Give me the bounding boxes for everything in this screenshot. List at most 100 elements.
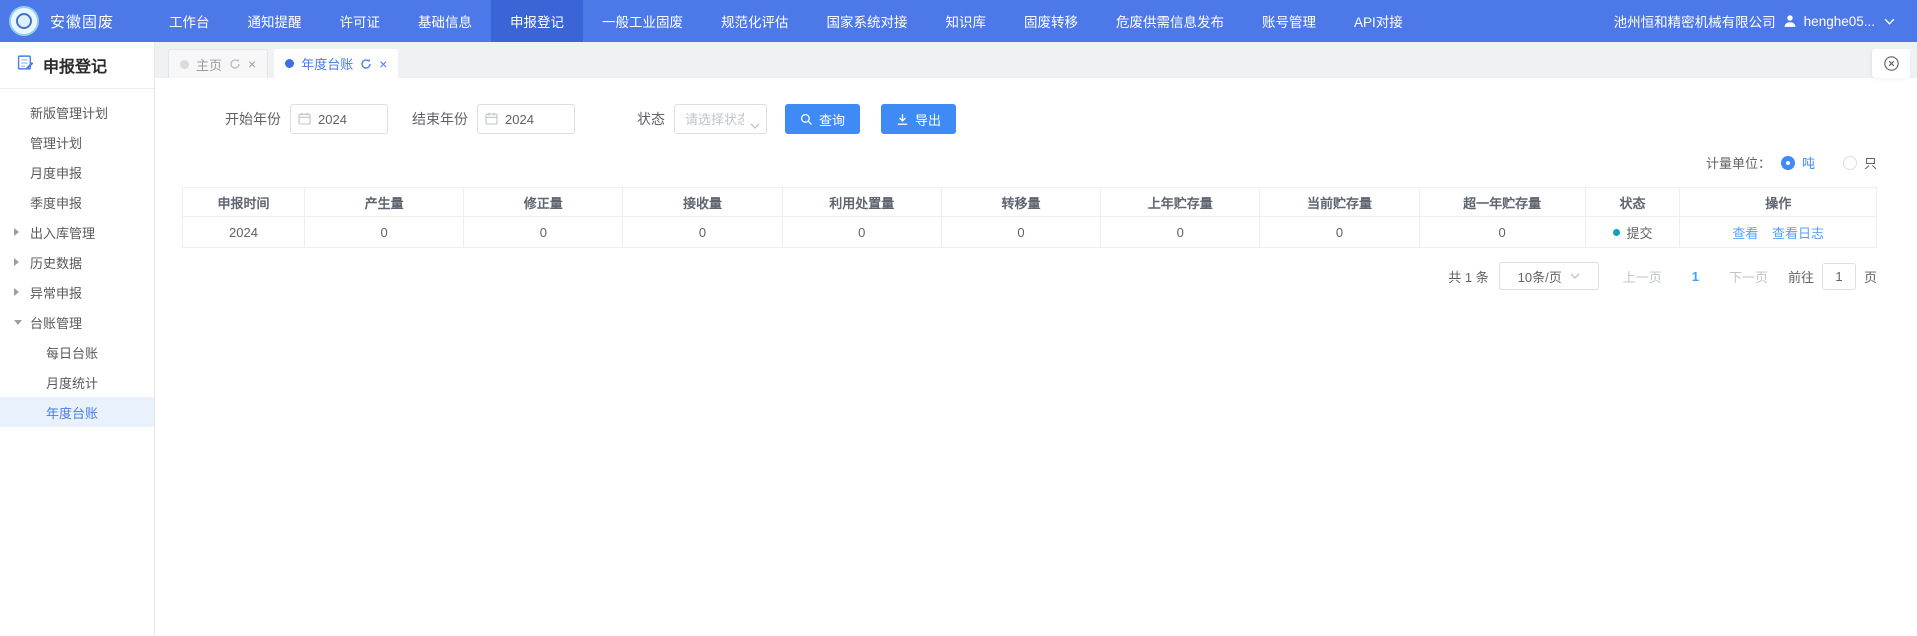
sidebar-item-daily-ledger[interactable]: 每日台账 <box>0 337 154 367</box>
export-button-label: 导出 <box>915 110 941 129</box>
sidebar-item-new-management-plan[interactable]: 新版管理计划 <box>0 97 154 127</box>
col-status: 状态 <box>1585 188 1680 217</box>
annual-ledger-table: 申报时间 产生量 修正量 接收量 利用处置量 转移量 上年贮存量 当前贮存量 超… <box>182 187 1877 248</box>
query-button[interactable]: 查询 <box>785 104 860 134</box>
close-icon[interactable]: × <box>379 57 387 71</box>
nav-item-national-system-integration[interactable]: 国家系统对接 <box>808 0 927 42</box>
sidebar-item-label: 台账管理 <box>30 313 82 332</box>
col-actions: 操作 <box>1680 188 1877 217</box>
sidebar-item-monthly-statistics[interactable]: 月度统计 <box>0 367 154 397</box>
col-transferred: 转移量 <box>941 188 1100 217</box>
nav-item-account-management[interactable]: 账号管理 <box>1243 0 1335 42</box>
total-count: 共 1 条 <box>1448 267 1488 286</box>
nav-item-general-industrial-waste[interactable]: 一般工业固废 <box>583 0 702 42</box>
nav-item-license[interactable]: 许可证 <box>321 0 400 42</box>
caret-right-icon <box>14 258 19 266</box>
next-page-button[interactable]: 下一页 <box>1729 267 1768 286</box>
unit-row: 计量单位： 吨 只 <box>182 153 1877 172</box>
cell-prev-year-storage: 0 <box>1101 217 1260 248</box>
status-label: 状态 <box>637 109 665 129</box>
unit-radio-ton[interactable]: 吨 <box>1781 153 1815 172</box>
nav-item-waste-transfer[interactable]: 固废转移 <box>1005 0 1097 42</box>
refresh-icon[interactable] <box>229 58 241 70</box>
prev-page-button[interactable]: 上一页 <box>1623 267 1662 286</box>
goto-page: 前往 页 <box>1788 263 1877 290</box>
sidebar-item-label: 异常申报 <box>30 283 82 302</box>
close-all-tabs-button[interactable] <box>1872 49 1910 78</box>
tab-strip: 主页 × 年度台账 × <box>155 42 1917 78</box>
nav-item-api-integration[interactable]: API对接 <box>1335 0 1422 42</box>
user-icon <box>1783 14 1797 28</box>
start-year-label: 开始年份 <box>225 109 281 129</box>
circled-x-icon <box>1883 55 1900 72</box>
cell-corrected: 0 <box>464 217 623 248</box>
col-declare-time: 申报时间 <box>183 188 305 217</box>
sidebar-item-inventory-management[interactable]: 出入库管理 <box>0 217 154 247</box>
pagination: 共 1 条 10条/页 上一页 1 下一页 前往 页 <box>182 262 1877 290</box>
download-icon <box>896 113 909 126</box>
nav-item-basic-info[interactable]: 基础信息 <box>399 0 491 42</box>
tab-home[interactable]: 主页 × <box>168 49 268 78</box>
col-prev-year-storage: 上年贮存量 <box>1101 188 1260 217</box>
radio-unchecked-icon <box>1843 156 1857 170</box>
col-current-storage: 当前贮存量 <box>1260 188 1419 217</box>
sidebar-item-quarterly-declaration[interactable]: 季度申报 <box>0 187 154 217</box>
table-row: 2024 0 0 0 0 0 0 0 0 提交 <box>183 217 1877 248</box>
search-icon <box>800 113 813 126</box>
username: henghe05... <box>1804 14 1875 29</box>
status-badge: 提交 <box>1627 223 1653 242</box>
user-menu[interactable]: 池州恒和精密机械有限公司 henghe05... <box>1614 11 1917 31</box>
sidebar-menu: 新版管理计划 管理计划 月度申报 季度申报 出入库管理 历史数据 异常申报 台账… <box>0 89 154 427</box>
nav-item-hazwaste-supply-demand[interactable]: 危废供需信息发布 <box>1097 0 1243 42</box>
goto-suffix: 页 <box>1864 267 1877 286</box>
page-number-1[interactable]: 1 <box>1692 269 1699 284</box>
sidebar-title: 申报登记 <box>43 53 107 77</box>
sidebar-item-abnormal-declaration[interactable]: 异常申报 <box>0 277 154 307</box>
calendar-icon <box>485 112 498 130</box>
goto-page-input[interactable] <box>1822 263 1856 290</box>
chevron-down-icon <box>1884 18 1895 25</box>
view-log-link[interactable]: 查看日志 <box>1772 226 1824 241</box>
caret-right-icon <box>14 288 19 296</box>
radio-checked-icon <box>1781 156 1795 170</box>
nav-item-knowledge-base[interactable]: 知识库 <box>927 0 1006 42</box>
sidebar: 申报登记 新版管理计划 管理计划 月度申报 季度申报 出入库管理 历史数据 异常… <box>0 42 155 636</box>
sidebar-item-management-plan[interactable]: 管理计划 <box>0 127 154 157</box>
nav-menu: 工作台 通知提醒 许可证 基础信息 申报登记 一般工业固废 规范化评估 国家系统… <box>150 0 1422 42</box>
table-header-row: 申报时间 产生量 修正量 接收量 利用处置量 转移量 上年贮存量 当前贮存量 超… <box>183 188 1877 217</box>
refresh-icon[interactable] <box>360 58 372 70</box>
tab-status-dot <box>180 60 189 69</box>
page-size-value: 10条/页 <box>1518 267 1562 286</box>
unit-radio-piece[interactable]: 只 <box>1843 153 1877 172</box>
close-icon[interactable]: × <box>248 57 256 71</box>
nav-item-notifications[interactable]: 通知提醒 <box>229 0 321 42</box>
cell-status: 提交 <box>1585 217 1680 248</box>
nav-item-declaration[interactable]: 申报登记 <box>491 0 583 42</box>
cell-received: 0 <box>623 217 782 248</box>
nav-item-workbench[interactable]: 工作台 <box>150 0 229 42</box>
sidebar-item-monthly-declaration[interactable]: 月度申报 <box>0 157 154 187</box>
page-size-select[interactable]: 10条/页 <box>1499 262 1599 290</box>
brand-name: 安徽固废 <box>50 11 114 32</box>
sidebar-header: 申报登记 <box>0 42 154 89</box>
radio-label: 只 <box>1864 153 1877 172</box>
sidebar-item-ledger-management[interactable]: 台账管理 <box>0 307 154 337</box>
company-name: 池州恒和精密机械有限公司 <box>1614 11 1776 31</box>
cell-generated: 0 <box>304 217 463 248</box>
status-dot-icon <box>1613 229 1620 236</box>
export-button[interactable]: 导出 <box>881 104 956 134</box>
sidebar-item-label: 历史数据 <box>30 253 82 272</box>
view-link[interactable]: 查看 <box>1732 226 1758 241</box>
tab-annual-ledger[interactable]: 年度台账 × <box>274 49 398 78</box>
cell-utilized-disposed: 0 <box>782 217 941 248</box>
unit-label: 计量单位： <box>1706 153 1771 172</box>
sidebar-item-annual-ledger[interactable]: 年度台账 <box>0 397 154 427</box>
col-utilized-disposed: 利用处置量 <box>782 188 941 217</box>
top-nav: 安徽固废 工作台 通知提醒 许可证 基础信息 申报登记 一般工业固废 规范化评估… <box>0 0 1917 42</box>
main-area: 主页 × 年度台账 × 开始年份 <box>155 42 1917 636</box>
end-year-label: 结束年份 <box>412 109 468 129</box>
nav-item-standardization-assessment[interactable]: 规范化评估 <box>702 0 808 42</box>
cell-actions: 查看 查看日志 <box>1680 217 1877 248</box>
col-received: 接收量 <box>623 188 782 217</box>
sidebar-item-historical-data[interactable]: 历史数据 <box>0 247 154 277</box>
